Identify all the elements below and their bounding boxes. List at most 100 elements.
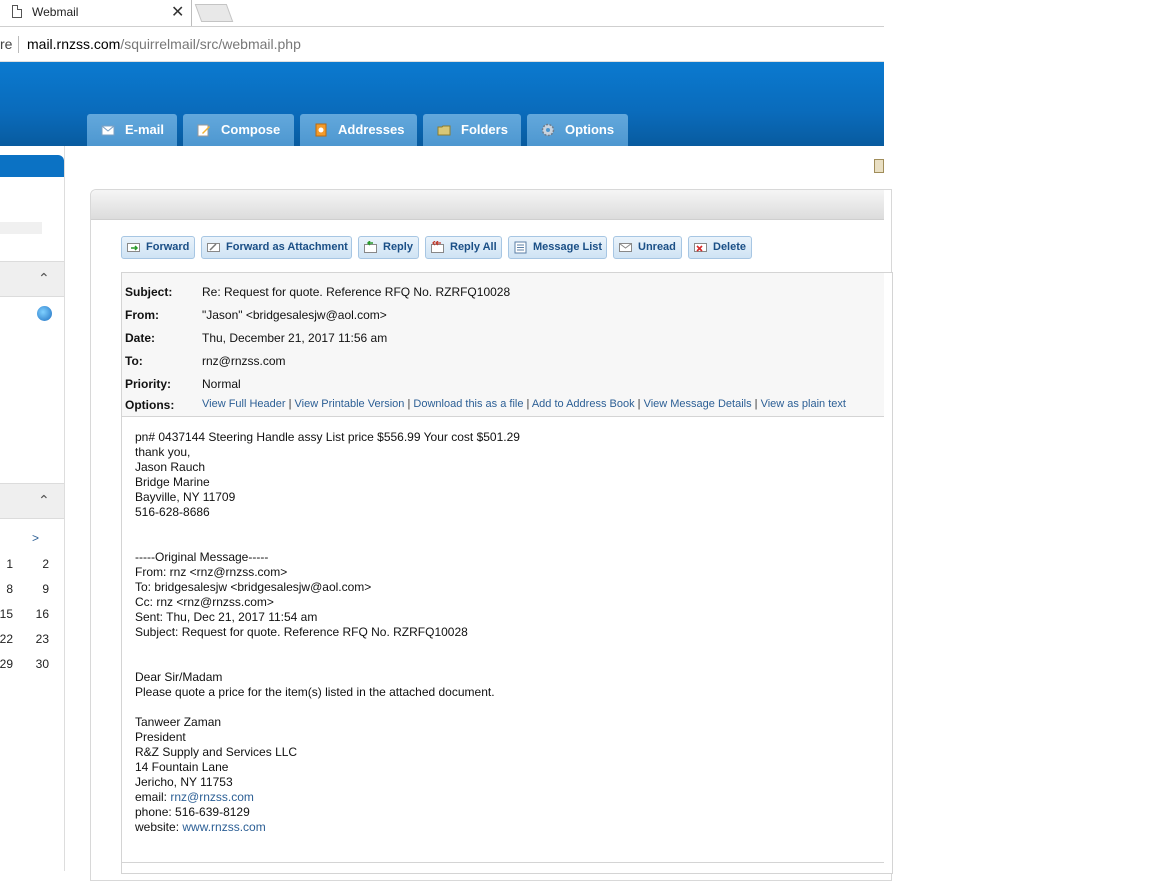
message-body-line [135, 520, 520, 535]
message-body: pn# 0437144 Steering Handle assy List pr… [135, 430, 520, 835]
message-body-line: President [135, 730, 186, 744]
calendar-day[interactable]: 23 [29, 632, 49, 646]
message-body-line: To: bridgesalesjw <bridgesalesjw@aol.com… [135, 580, 372, 594]
from-value: "Jason" <bridgesalesjw@aol.com> [202, 308, 387, 322]
folder-icon [437, 125, 451, 136]
message-body-line [135, 655, 520, 670]
sidebar-section-calendar[interactable]: ⌃ [0, 483, 64, 519]
priority-value: Normal [202, 377, 241, 391]
print-icon[interactable] [874, 159, 884, 173]
close-tab-icon[interactable]: ✕ [171, 2, 184, 22]
tab-compose[interactable]: Compose [183, 114, 294, 146]
separator: | [634, 398, 644, 410]
view-full-header-link[interactable]: View Full Header [202, 398, 286, 410]
separator: | [523, 398, 532, 410]
tab-compose-label: Compose [221, 122, 281, 137]
view-message-details-link[interactable]: View Message Details [644, 398, 752, 410]
options-label: Options: [125, 398, 175, 412]
calendar-day[interactable]: 30 [29, 657, 49, 671]
message-body-line: -----Original Message----- [135, 550, 269, 564]
message-body-line [135, 640, 520, 655]
message-body-line: R&Z Supply and Services LLC [135, 745, 298, 759]
reply-all-button-label: Reply All [450, 241, 497, 253]
sidebar-section-folders[interactable]: ⌃ [0, 261, 64, 297]
chevron-up-icon[interactable]: ⌃ [38, 492, 50, 509]
website-label: website: [135, 820, 183, 834]
website-line: website: www.rnzss.com [135, 820, 520, 835]
email-link[interactable]: rnz@rnzss.com [170, 790, 254, 804]
view-printable-version-link[interactable]: View Printable Version [295, 398, 405, 410]
message-body-line: Cc: rnz <rnz@rnzss.com> [135, 595, 274, 609]
delete-button[interactable]: Delete [688, 236, 752, 259]
message-body-line: Subject: Request for quote. Reference RF… [135, 625, 468, 639]
url-text[interactable]: mail.rnzss.com/squirrelmail/src/webmail.… [27, 36, 301, 52]
calendar-next-link[interactable]: > [32, 531, 39, 545]
to-label: To: [125, 354, 143, 368]
mail-icon [101, 125, 115, 136]
calendar-day[interactable]: 29 [0, 657, 13, 671]
calendar-day[interactable]: 2 [29, 557, 49, 571]
reply-all-button[interactable]: Reply All [425, 236, 502, 259]
chevron-up-icon[interactable]: ⌃ [38, 270, 50, 287]
tab-folders-label: Folders [461, 122, 508, 137]
tab-addresses[interactable]: Addresses [300, 114, 417, 146]
message-body-lines: pn# 0437144 Steering Handle assy List pr… [135, 430, 520, 790]
tab-options-label: Options [565, 122, 615, 137]
forward-icon [127, 243, 140, 252]
tab-options[interactable]: Options [527, 114, 628, 146]
message-bottom-divider [122, 862, 884, 863]
sidebar-header [0, 155, 64, 177]
message-body-line: Bayville, NY 11709 [135, 490, 236, 504]
message-body-line: Please quote a price for the item(s) lis… [135, 685, 495, 699]
website-link[interactable]: www.rnzss.com [182, 820, 265, 834]
email-label: email: [135, 790, 171, 804]
tab-folders[interactable]: Folders [423, 114, 521, 146]
message-options-links: View Full Header | View Printable Versio… [202, 398, 846, 410]
gear-icon [541, 123, 555, 137]
browser-tab-strip: Webmail ✕ [0, 0, 884, 27]
message-body-line: From: rnz <rnz@rnzss.com> [135, 565, 288, 579]
delete-icon [694, 243, 707, 252]
subject-label: Subject: [125, 285, 173, 299]
reply-button-label: Reply [383, 241, 413, 253]
date-label: Date: [125, 331, 156, 345]
new-tab-button[interactable] [194, 4, 234, 22]
view-as-plain-text-link[interactable]: View as plain text [761, 398, 846, 410]
message-body-line: Bridge Marine [135, 475, 210, 489]
subject-value: Re: Request for quote. Reference RFQ No.… [202, 285, 511, 299]
forward-as-attachment-button[interactable]: Forward as Attachment [201, 236, 352, 259]
calendar-day[interactable]: 22 [0, 632, 13, 646]
from-label: From: [125, 308, 159, 322]
tab-email-label: E-mail [125, 122, 165, 137]
calendar-day[interactable]: 9 [29, 582, 49, 596]
address-separator [18, 36, 19, 53]
browser-tab-webmail[interactable]: Webmail ✕ [0, 0, 192, 26]
forward-button[interactable]: Forward [121, 236, 195, 259]
calendar-day[interactable]: 1 [0, 557, 13, 571]
message-body-line: Jericho, NY 11753 [135, 775, 233, 789]
calendar-day[interactable]: 16 [29, 607, 49, 621]
address-bar[interactable]: re mail.rnzss.com/squirrelmail/src/webma… [0, 27, 884, 62]
browser-chrome: Webmail ✕ re mail.rnzss.com/squirrelmail… [0, 0, 884, 62]
sidebar-search-strip[interactable] [0, 222, 42, 234]
download-as-file-link[interactable]: Download this as a file [413, 398, 523, 410]
message-body-line: 516-628-8686 [135, 505, 210, 519]
unread-button[interactable]: Unread [613, 236, 682, 259]
message-body-line: thank you, [135, 445, 191, 459]
reply-all-icon [431, 241, 444, 253]
priority-label: Priority: [125, 377, 172, 391]
tab-email[interactable]: E-mail [87, 114, 177, 146]
unread-button-label: Unread [638, 241, 676, 253]
message-list-button[interactable]: Message List [508, 236, 607, 259]
add-to-address-book-link[interactable]: Add to Address Book [532, 398, 635, 410]
refresh-icon[interactable] [37, 306, 52, 321]
reply-button[interactable]: Reply [358, 236, 419, 259]
calendar-day[interactable]: 15 [0, 607, 13, 621]
calendar-day[interactable]: 8 [0, 582, 13, 596]
forward-attachment-icon [207, 243, 220, 252]
message-list-icon [514, 241, 527, 254]
url-host: mail.rnzss.com [27, 36, 121, 52]
email-line: email: rnz@rnzss.com [135, 790, 520, 805]
compose-icon [197, 124, 210, 137]
message-body-line: 14 Fountain Lane [135, 760, 229, 774]
